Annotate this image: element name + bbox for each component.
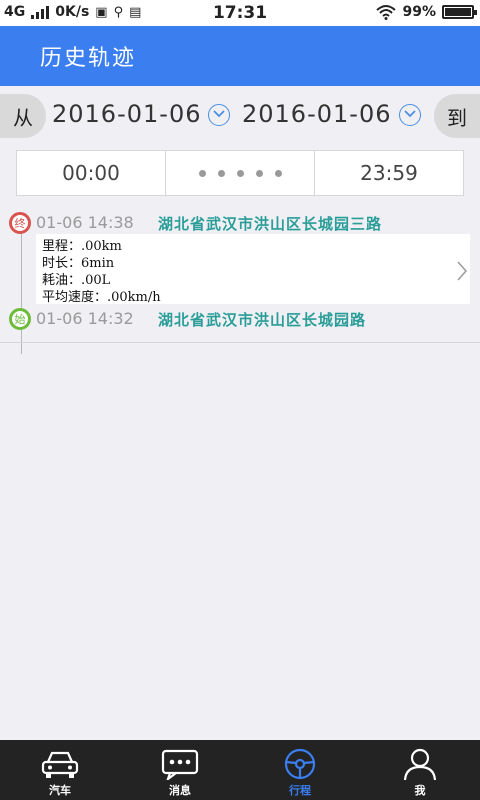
trip-start-row[interactable]: 始 01-06 14:32 湖北省武汉市洪山区长城园路	[0, 306, 480, 332]
page-title: 历史轨迹	[40, 46, 137, 71]
end-time[interactable]: 23:59	[314, 151, 463, 195]
date-range-selector: 从 2016-01-06 2016-01-06 到	[0, 92, 480, 142]
trip-timeline: 终 01-06 14:38 湖北省武汉市洪山区长城园三路 里程：.00km 时长…	[0, 200, 480, 720]
person-icon	[403, 748, 437, 780]
nav-item-trips[interactable]: 行程	[240, 740, 360, 800]
nav-item-car[interactable]: 汽车	[0, 740, 120, 800]
trip-end-row[interactable]: 终 01-06 14:38 湖北省武汉市洪山区长城园三路	[0, 210, 480, 236]
average-speed: 平均速度：.00km/h	[42, 290, 161, 305]
nav-item-messages[interactable]: 消息	[120, 740, 240, 800]
battery-percent: 99%	[402, 4, 436, 20]
to-button[interactable]: 到	[434, 94, 480, 138]
end-badge-icon: 终	[9, 212, 31, 234]
dots-icon	[198, 169, 282, 177]
nav-label: 汽车	[49, 784, 71, 797]
car-icon	[41, 751, 79, 778]
start-date[interactable]: 2016-01-06	[52, 100, 201, 128]
nav-label: 我	[414, 784, 426, 797]
nav-label: 消息	[169, 784, 191, 797]
start-date-dropdown-icon[interactable]	[208, 104, 230, 126]
start-timestamp: 01-06 14:32	[36, 309, 134, 328]
end-date-dropdown-icon[interactable]	[399, 104, 421, 126]
end-date[interactable]: 2016-01-06	[242, 100, 391, 128]
time-range-selector: 00:00 23:59	[16, 150, 464, 196]
nav-item-me[interactable]: 我	[360, 740, 480, 800]
message-icon	[161, 749, 199, 780]
nav-label: 行程	[289, 784, 311, 797]
divider	[0, 342, 480, 343]
bottom-nav: 汽车 消息 行程 我	[0, 740, 480, 800]
trip-detail-card[interactable]: 里程：.00km 时长：6min 耗油：.00L 平均速度：.00km/h	[36, 234, 470, 305]
steering-wheel-icon	[284, 748, 316, 780]
title-bar: 历史轨迹	[0, 26, 480, 86]
end-timestamp: 01-06 14:38	[36, 213, 134, 232]
time-range-slider[interactable]	[165, 151, 314, 195]
from-button[interactable]: 从	[0, 94, 46, 138]
battery-icon	[442, 5, 477, 19]
start-address: 湖北省武汉市洪山区长城园路	[158, 311, 367, 329]
chevron-right-icon	[457, 261, 468, 281]
start-badge-icon: 始	[9, 308, 31, 330]
end-address: 湖北省武汉市洪山区长城园三路	[158, 215, 383, 233]
start-time[interactable]: 00:00	[17, 151, 165, 195]
wifi-icon	[376, 5, 397, 20]
status-bar: 4G 0K/s ▣ ⚲ ▤ 17:31 99%	[0, 0, 480, 26]
